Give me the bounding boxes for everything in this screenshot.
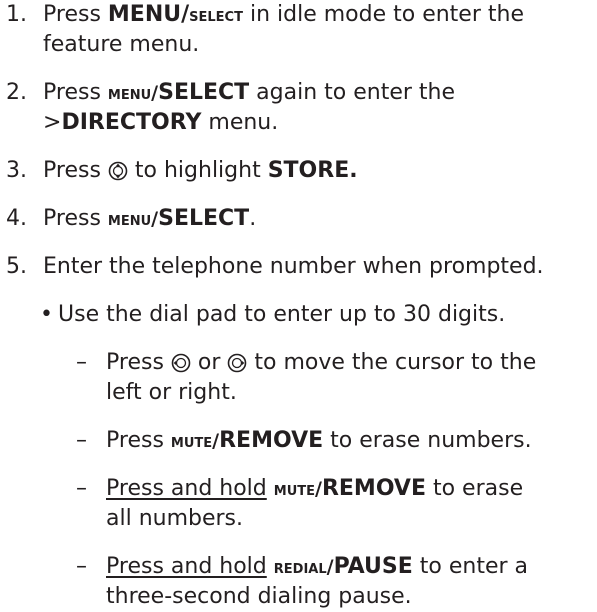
store-option-label: STORE. bbox=[267, 158, 358, 183]
scroll-up-down-key-icon bbox=[108, 161, 128, 181]
sub-text: Press and hold redial/PAUSE to enter a t… bbox=[106, 554, 529, 609]
sub-text: Press mute/REMOVE to erase numbers. bbox=[106, 428, 532, 453]
sub-text: Press and hold mute/REMOVE to erase all … bbox=[106, 476, 524, 531]
step-text: Press menu/SELECT again to enter the >DI… bbox=[43, 80, 456, 135]
step-number: 1. bbox=[6, 2, 27, 27]
step-text: Press to highlight STORE. bbox=[43, 158, 358, 183]
press-and-hold-text: Press and hold bbox=[106, 476, 267, 501]
menu-select-key-label: menu/SELECT bbox=[107, 206, 250, 231]
dash-symbol: – bbox=[76, 428, 87, 453]
step-number: 3. bbox=[6, 158, 27, 183]
dash-symbol: – bbox=[76, 476, 87, 501]
step-number: 5. bbox=[6, 254, 27, 279]
step-5: 5. Enter the telephone number when promp… bbox=[6, 252, 590, 282]
step-4: 4. Press menu/SELECT. bbox=[6, 204, 590, 234]
step-3: 3. Press to highlight STORE. bbox=[6, 156, 590, 186]
step-2: 2. Press menu/SELECT again to enter the … bbox=[6, 78, 590, 138]
step-text: Press menu/SELECT. bbox=[43, 206, 257, 231]
step-text: Press MENU/select in idle mode to enter … bbox=[43, 2, 524, 57]
press-and-hold-text: Press and hold bbox=[106, 554, 267, 579]
right-arrow-key-icon bbox=[227, 353, 247, 373]
bullet-symbol: • bbox=[40, 302, 53, 327]
mute-remove-key-label: mute/REMOVE bbox=[170, 428, 324, 453]
directory-menu-label: DIRECTORY bbox=[61, 110, 202, 135]
dash-symbol: – bbox=[76, 350, 87, 375]
sub-item-4: – Press and hold redial/PAUSE to enter a… bbox=[76, 552, 591, 612]
sub-item-3: – Press and hold mute/REMOVE to erase al… bbox=[76, 474, 591, 534]
redial-pause-key-label: redial/PAUSE bbox=[273, 554, 413, 579]
step-number: 4. bbox=[6, 206, 27, 231]
menu-select-key-label: menu/SELECT bbox=[107, 80, 250, 105]
sub-item-1: – Press or to move the cursor to the lef… bbox=[76, 348, 591, 408]
mute-remove-key-label: mute/REMOVE bbox=[273, 476, 426, 501]
step-text: Enter the telephone number when prompted… bbox=[43, 254, 544, 279]
bullet-item: • Use the dial pad to enter up to 30 dig… bbox=[40, 300, 590, 330]
left-arrow-key-icon bbox=[171, 353, 191, 373]
sub-text: Press or to move the cursor to the left … bbox=[106, 350, 537, 405]
menu-select-key-label: MENU/select bbox=[107, 2, 243, 27]
step-number: 2. bbox=[6, 80, 27, 105]
sub-item-2: – Press mute/REMOVE to erase numbers. bbox=[76, 426, 591, 456]
dash-symbol: – bbox=[76, 554, 87, 579]
bullet-text: Use the dial pad to enter up to 30 digit… bbox=[58, 302, 506, 327]
step-1: 1. Press MENU/select in idle mode to ent… bbox=[6, 0, 590, 60]
